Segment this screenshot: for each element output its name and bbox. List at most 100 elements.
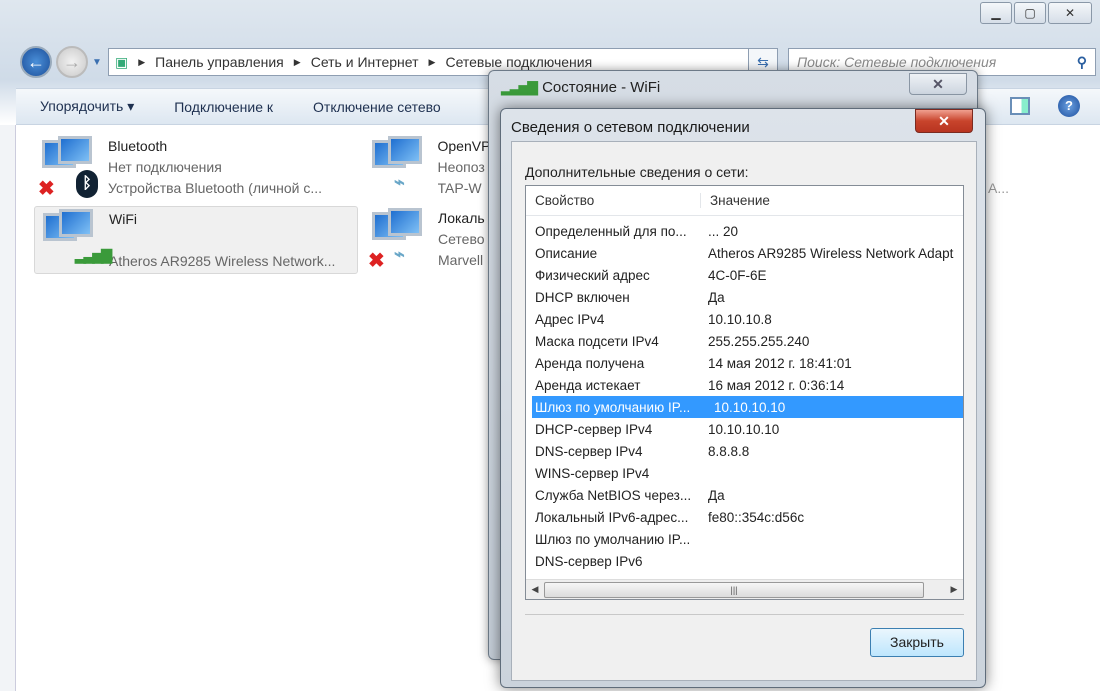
property-cell: Аренда истекает <box>535 377 641 393</box>
value-cell: 10.10.10.10 <box>708 421 780 437</box>
connection-status: Сетево <box>438 231 485 247</box>
property-cell: Физический адрес <box>535 267 650 283</box>
details-row[interactable]: Маска подсети IPv4 255.255.255.240 <box>526 330 963 352</box>
connect-to-button[interactable]: Подключение к <box>174 99 273 115</box>
breadcrumb-item[interactable]: Сетевые подключения <box>445 54 592 70</box>
details-row[interactable]: Аренда истекает 16 мая 2012 г. 0:36:14 <box>526 374 963 396</box>
bluetooth-icon: ᛒ <box>76 170 98 198</box>
close-dialog-button[interactable]: Закрыть <box>870 628 964 657</box>
details-row[interactable]: WINS-сервер IPv4 <box>526 462 963 484</box>
details-row[interactable]: Служба NetBIOS через... Да <box>526 484 963 506</box>
details-row[interactable]: DNS-сервер IPv6 <box>526 550 963 572</box>
property-cell: Локальный IPv6-адрес... <box>535 509 689 525</box>
breadcrumb-item[interactable]: Панель управления <box>155 54 284 70</box>
search-placeholder: Поиск: Сетевые подключения <box>797 54 997 70</box>
close-button[interactable]: ✕ <box>1048 2 1092 24</box>
connection-status <box>109 230 335 251</box>
forward-button[interactable]: → <box>56 46 88 78</box>
column-header-value[interactable]: Значение <box>701 193 770 208</box>
connection-device: Устройства Bluetooth (личной с... <box>108 180 323 196</box>
back-button[interactable]: ← <box>20 46 52 78</box>
property-cell: DHCP-сервер IPv4 <box>535 421 653 437</box>
details-row[interactable]: Локальный IPv6-адрес... fe80::354c:d56c <box>526 506 963 528</box>
connection-openvpn[interactable]: ⌁ OpenVP Неопоз TAP-W <box>366 136 490 199</box>
property-cell: DHCP включен <box>535 289 630 305</box>
horizontal-scrollbar[interactable]: ◀ ||| ▶ <box>526 579 963 599</box>
connection-device: Marvell <box>438 252 484 268</box>
network-computers-icon: ✖ ᛒ <box>36 136 98 200</box>
network-computers-icon: ✖ ⌁ <box>366 208 428 272</box>
value-cell: 16 мая 2012 г. 0:36:14 <box>708 377 845 393</box>
details-row[interactable]: Описание Atheros AR9285 Wireless Network … <box>526 242 963 264</box>
chevron-right-icon: ▶ <box>293 56 301 67</box>
chevron-right-icon: ▶ <box>138 56 146 67</box>
details-row[interactable]: DNS-сервер IPv4 8.8.8.8 <box>526 440 963 462</box>
connection-name: OpenVP <box>437 138 491 154</box>
property-cell: WINS-сервер IPv4 <box>535 465 650 481</box>
property-cell: Маска подсети IPv4 <box>535 333 659 349</box>
disconnect-button[interactable]: Отключение сетево <box>313 99 441 115</box>
organize-button[interactable]: Упорядочить ▾ <box>40 98 134 115</box>
navigation-pane-edge <box>0 125 16 691</box>
value-cell: 8.8.8.8 <box>708 443 750 459</box>
maximize-button[interactable]: ▢ <box>1014 2 1046 24</box>
details-row[interactable]: Физический адрес 4C-0F-6E <box>526 264 963 286</box>
divider <box>525 614 964 615</box>
disconnected-x-icon: ✖ <box>38 178 55 200</box>
window-controls: ▁ ▢ ✕ <box>980 2 1092 24</box>
property-cell: Описание <box>535 245 598 261</box>
history-dropdown-icon[interactable]: ▼ <box>92 57 102 68</box>
property-cell: Адрес IPv4 <box>535 311 605 327</box>
dialog-title: Сведения о сетевом подключении <box>511 119 750 136</box>
connection-status: Неопоз <box>437 159 485 175</box>
scroll-right-icon[interactable]: ▶ <box>945 584 963 595</box>
value-cell: 255.255.255.240 <box>708 333 810 349</box>
connection-local[interactable]: ✖ ⌁ Локаль Сетево Marvell <box>366 208 490 272</box>
details-row[interactable]: Определенный для по... ... 20 <box>526 220 963 242</box>
property-cell: Служба NetBIOS через... <box>535 487 692 503</box>
signal-strength-icon: ▂▃▅▇ <box>75 247 112 263</box>
details-row[interactable]: Шлюз по умолчанию IP... <box>526 528 963 550</box>
network-folder-icon: ▣ <box>115 53 129 70</box>
value-cell: Atheros AR9285 Wireless Network Adapt <box>708 245 954 261</box>
details-row[interactable]: Аренда получена 14 мая 2012 г. 18:41:01 <box>526 352 963 374</box>
property-cell: Определенный для по... <box>535 223 687 239</box>
value-cell: 14 мая 2012 г. 18:41:01 <box>708 355 852 371</box>
value-cell: Да <box>708 289 725 305</box>
close-button[interactable]: ✕ <box>909 73 967 95</box>
value-cell: fe80::354c:d56c <box>708 509 805 525</box>
details-row[interactable]: Адрес IPv4 10.10.10.8 <box>526 308 963 330</box>
scroll-thumb[interactable]: ||| <box>544 581 924 598</box>
column-header-property[interactable]: Свойство <box>526 193 701 208</box>
connection-device: TAP-W <box>437 180 482 196</box>
help-icon[interactable]: ? <box>1058 95 1080 117</box>
details-row[interactable]: DHCP-сервер IPv4 10.10.10.10 <box>526 418 963 440</box>
breadcrumb-item[interactable]: Сеть и Интернет <box>311 54 419 70</box>
scroll-left-icon[interactable]: ◀ <box>526 584 544 595</box>
search-icon[interactable]: ⚲ <box>1077 54 1087 71</box>
signal-strength-icon: ▂▃▅▇ <box>501 79 538 95</box>
property-cell: DNS-сервер IPv4 <box>535 443 643 459</box>
minimize-button[interactable]: ▁ <box>980 2 1012 24</box>
preview-pane-icon[interactable] <box>1010 97 1030 115</box>
value-cell: ... 20 <box>708 223 739 239</box>
details-list[interactable]: Свойство Значение Определенный для по....… <box>525 185 964 600</box>
close-button[interactable]: ✕ <box>915 109 973 133</box>
connection-status: Нет подключения <box>108 159 222 175</box>
disconnected-x-icon: ✖ <box>368 250 385 272</box>
connection-device: Atheros AR9285 Wireless Network... <box>109 253 336 269</box>
network-computers-icon: ▂▃▅▇ <box>37 209 112 271</box>
value-cell: 10.10.10.8 <box>708 311 772 327</box>
connection-bluetooth[interactable]: ✖ ᛒ Bluetooth Нет подключения Устройства Bl… <box>36 136 356 200</box>
details-row[interactable]: DHCP включен Да <box>526 286 963 308</box>
property-cell: Шлюз по умолчанию IP... <box>535 531 691 547</box>
details-row[interactable]: Шлюз по умолчанию IP... 10.10.10.10 <box>532 396 963 418</box>
chevron-right-icon: ▶ <box>428 56 436 67</box>
connection-wifi[interactable]: ▂▃▅▇ WiFi Atheros AR9285 Wireless Network… <box>34 206 358 274</box>
value-cell: Да <box>708 487 725 503</box>
dialog-title: Состояние - WiFi <box>542 79 661 96</box>
connection-name: Локаль <box>438 210 485 226</box>
connection-name: Bluetooth <box>108 138 168 154</box>
network-details-dialog: Сведения о сетевом подключении ✕ Дополни… <box>500 108 986 688</box>
property-cell: Шлюз по умолчанию IP... <box>535 399 691 415</box>
